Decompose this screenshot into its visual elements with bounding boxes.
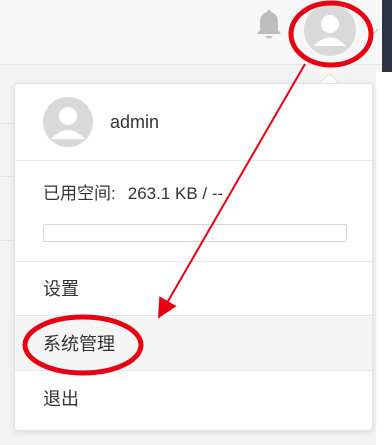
header-avatar[interactable]: [304, 4, 356, 56]
bell-icon[interactable]: [255, 10, 283, 42]
chevron-down-icon[interactable]: [368, 24, 379, 35]
background-panel: [376, 72, 392, 445]
user-dropdown-menu: admin 已用空间: 263.1 KB / -- 设置 系统管理 退出: [14, 83, 373, 431]
user-avatar-icon: [51, 107, 85, 139]
menu-item-system-management[interactable]: 系统管理: [15, 317, 372, 371]
storage-progress-bar: [43, 224, 347, 242]
storage-value: 263.1 KB / --: [127, 184, 224, 203]
menu-item-settings[interactable]: 设置: [15, 262, 372, 316]
user-avatar-icon: [314, 15, 346, 46]
storage-usage: 已用空间: 263.1 KB / --: [15, 161, 372, 262]
menu-item-logout[interactable]: 退出: [15, 372, 372, 426]
storage-label: 已用空间:: [43, 184, 116, 203]
page: admin 已用空间: 263.1 KB / -- 设置 系统管理 退出: [0, 0, 392, 445]
user-info-row: admin: [15, 84, 372, 161]
user-avatar: [43, 97, 93, 147]
top-header: [0, 0, 392, 72]
window-edge: [382, 0, 392, 72]
username: admin: [110, 112, 160, 132]
menu-item-label: 系统管理: [43, 334, 115, 354]
menu-item-label: 退出: [43, 389, 79, 409]
menu-item-label: 设置: [43, 279, 79, 299]
